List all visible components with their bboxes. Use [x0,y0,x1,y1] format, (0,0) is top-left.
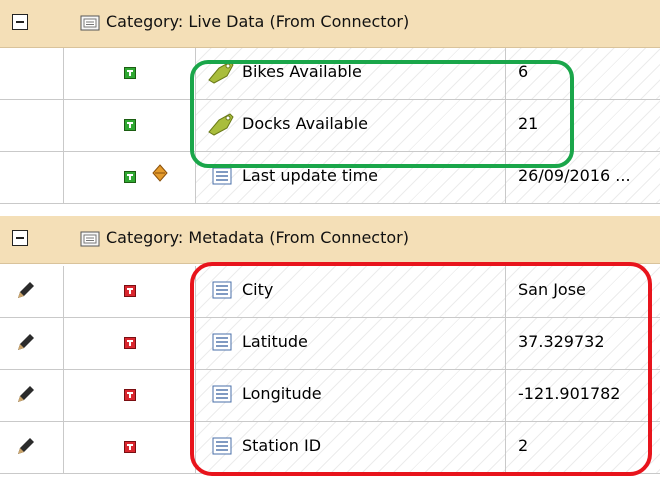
diamond-icon [152,164,168,182]
property-row-city[interactable]: City San Jose [0,266,660,318]
row-gutter [0,370,64,421]
property-value: San Jose [518,280,586,299]
green-square-icon [124,171,136,183]
property-value-cell[interactable]: 37.329732 [506,318,660,369]
row-gutter [0,318,64,369]
property-value: 26/09/2016 ... [518,166,631,185]
property-row-last-update-time[interactable]: Last update time 26/09/2016 ... [0,152,660,204]
pencil-icon[interactable] [14,332,36,354]
red-square-icon [124,337,136,349]
row-gutter [0,48,64,99]
red-square-icon [124,285,136,297]
list-icon [212,281,232,299]
property-row-docks-available[interactable]: Docks Available 21 [0,100,660,152]
pencil-icon[interactable] [14,280,36,302]
property-name-cell[interactable]: Bikes Available [196,48,506,99]
category-label: Category: Metadata (From Connector) [106,228,409,247]
property-name: Latitude [242,332,308,351]
row-status-cell [64,422,196,473]
red-square-icon [124,441,136,453]
property-value: 21 [518,114,539,133]
property-row-station-id[interactable]: Station ID 2 [0,422,660,474]
property-name-cell[interactable]: Station ID [196,422,506,473]
property-value-cell[interactable]: 26/09/2016 ... [506,152,660,203]
row-status-cell [64,100,196,151]
green-square-icon [124,67,136,79]
property-row-longitude[interactable]: Longitude -121.901782 [0,370,660,422]
green-square-icon [124,119,136,131]
property-name: City [242,280,274,299]
tag-icon [208,61,234,84]
list-icon [212,385,232,403]
row-status-cell [64,266,196,317]
property-value: 6 [518,62,529,81]
pencil-icon[interactable] [14,384,36,406]
property-name: Docks Available [242,114,369,133]
row-status-cell [64,48,196,99]
property-name-cell[interactable]: Docks Available [196,100,506,151]
tag-icon [208,113,234,136]
property-name: Longitude [242,384,322,403]
property-name-cell[interactable]: Longitude [196,370,506,421]
property-name: Station ID [242,436,322,455]
category-folder-icon [80,231,100,247]
row-status-cell [64,370,196,421]
property-value-cell[interactable]: 21 [506,100,660,151]
category-row-live-data[interactable]: Category: Live Data (From Connector) [0,0,660,48]
list-icon [212,167,232,185]
row-gutter [0,152,64,203]
row-gutter [0,422,64,473]
property-value: 2 [518,436,529,455]
category-folder-icon [80,15,100,31]
pencil-icon[interactable] [14,436,36,458]
property-value-cell[interactable]: 6 [506,48,660,99]
category-label: Category: Live Data (From Connector) [106,12,410,31]
list-icon [212,437,232,455]
collapse-toggle-icon[interactable] [12,14,28,30]
collapse-toggle-icon[interactable] [12,230,28,246]
category-row-metadata[interactable]: Category: Metadata (From Connector) [0,216,660,264]
property-name-cell[interactable]: Last update time [196,152,506,203]
property-name: Bikes Available [242,62,362,81]
property-value-cell[interactable]: -121.901782 [506,370,660,421]
red-square-icon [124,389,136,401]
property-value: 37.329732 [518,332,605,351]
row-gutter [0,266,64,317]
row-status-cell [64,318,196,369]
property-value-cell[interactable]: San Jose [506,266,660,317]
property-row-bikes-available[interactable]: Bikes Available 6 [0,48,660,100]
row-gutter [0,100,64,151]
property-value: -121.901782 [518,384,621,403]
row-status-cell [64,152,196,203]
property-row-latitude[interactable]: Latitude 37.329732 [0,318,660,370]
property-name-cell[interactable]: Latitude [196,318,506,369]
property-name: Last update time [242,166,379,185]
property-value-cell[interactable]: 2 [506,422,660,473]
list-icon [212,333,232,351]
property-name-cell[interactable]: City [196,266,506,317]
